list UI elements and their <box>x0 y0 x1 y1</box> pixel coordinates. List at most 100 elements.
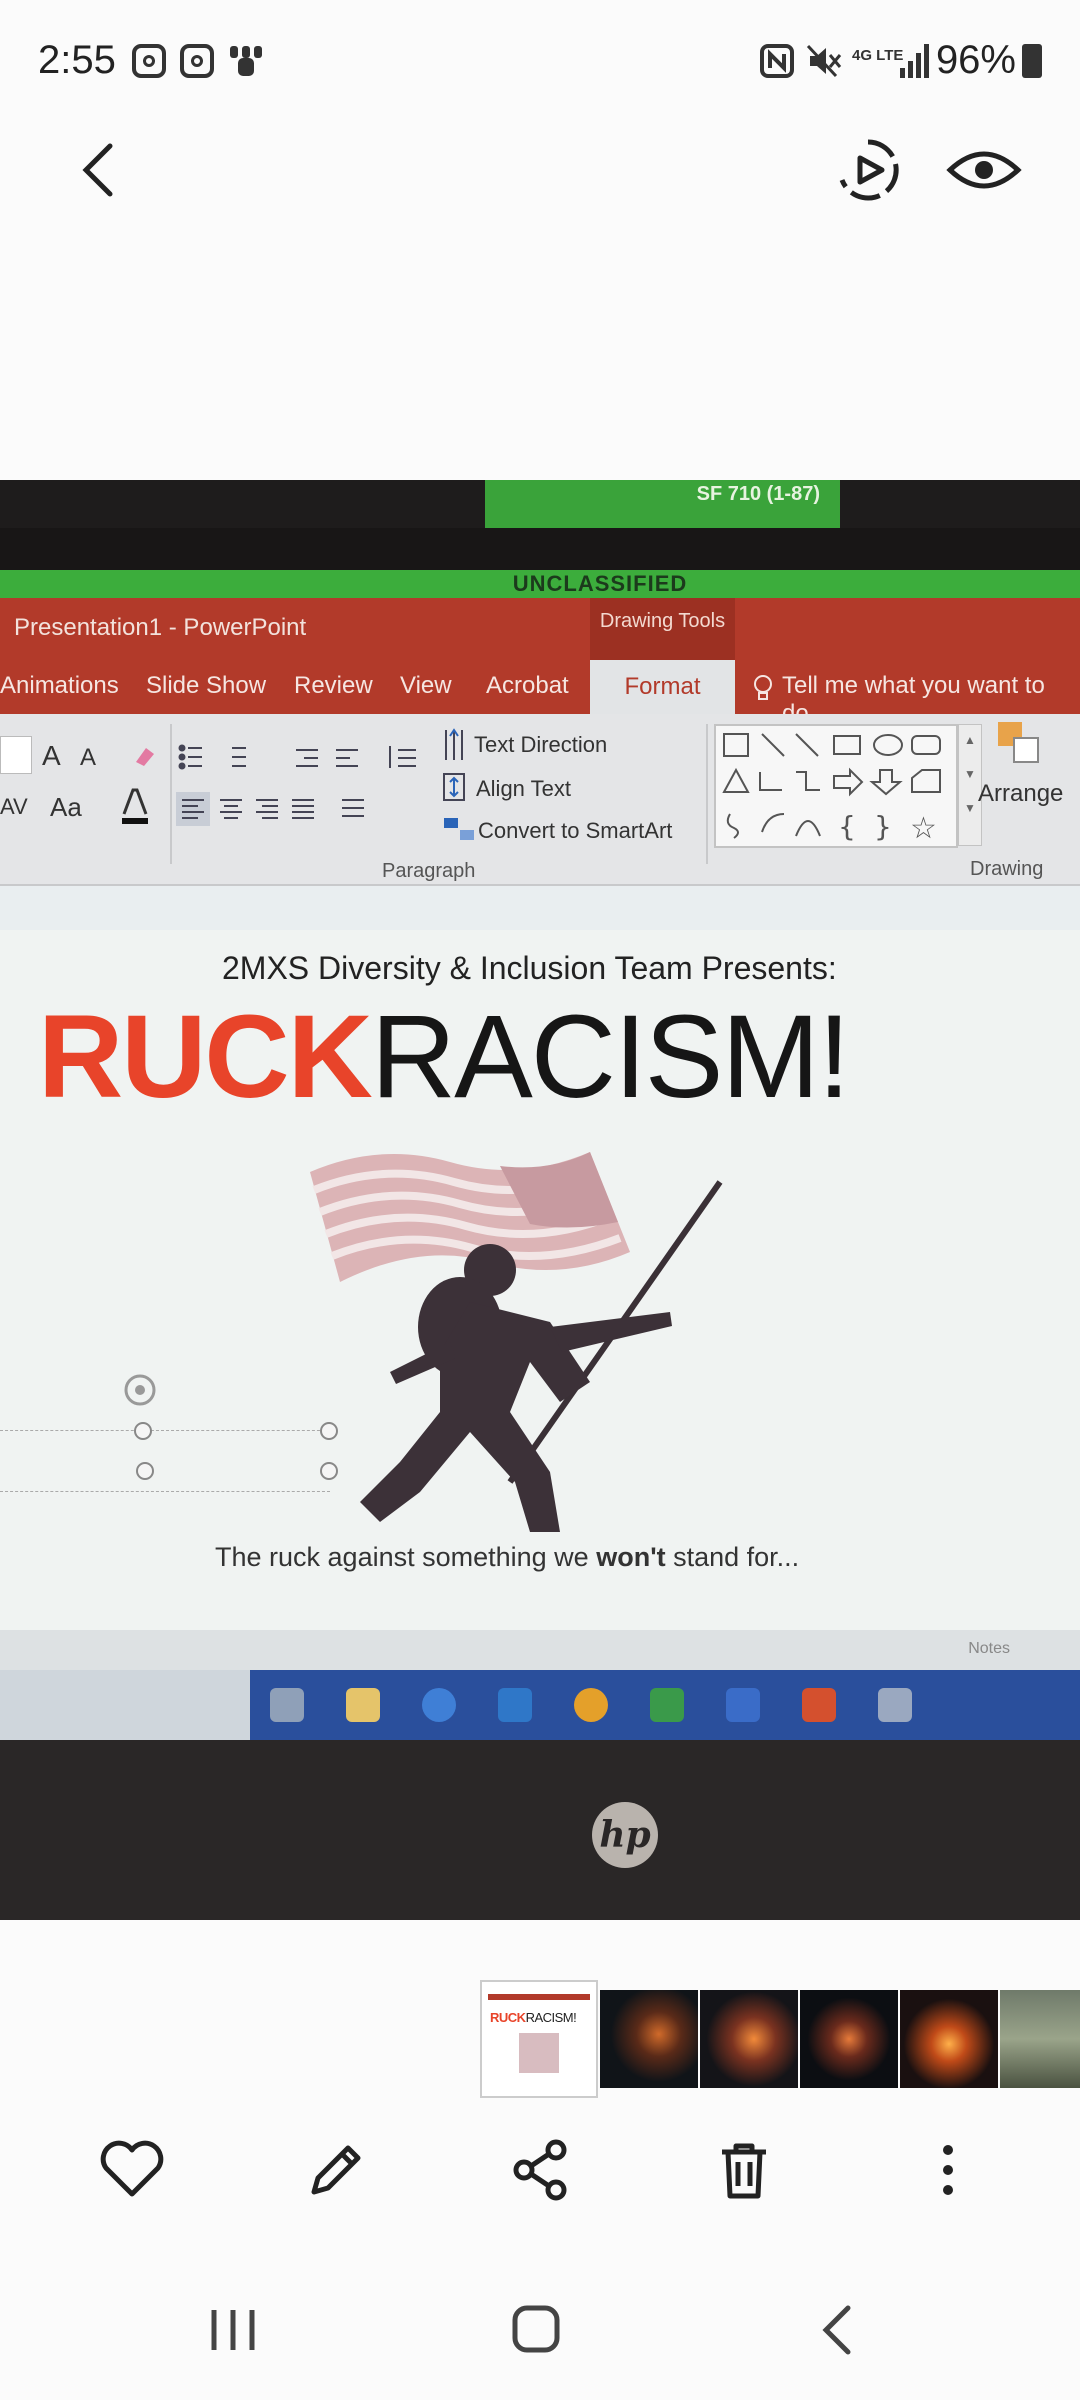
powerpoint-icon <box>802 1688 836 1722</box>
acrobat-icon <box>878 1688 912 1722</box>
font-color-icon <box>118 786 152 826</box>
share-icon <box>513 2139 567 2201</box>
nfc-icon <box>760 44 794 78</box>
powerpoint-title-bar: Presentation1 - PowerPoint Drawing Tools <box>0 598 1080 660</box>
windows-taskbar <box>250 1670 1080 1740</box>
slide-title-red: RUCK <box>38 991 373 1123</box>
powerpoint-status-strip: Notes <box>0 1630 1080 1670</box>
align-text-button: Align Text <box>476 776 571 801</box>
hp-logo: hp <box>592 1802 658 1868</box>
smartart-icon <box>442 816 476 842</box>
shape-gallery: { } ☆ <box>714 724 958 848</box>
recents-button[interactable] <box>188 2290 278 2370</box>
tab-view: View <box>400 672 452 699</box>
thumbnail-fire-1[interactable] <box>600 1990 698 2088</box>
touch-icon <box>228 44 264 80</box>
svg-text:☆: ☆ <box>910 811 937 846</box>
svg-text:{: { <box>838 810 856 843</box>
delete-button[interactable] <box>704 2130 784 2210</box>
view-button[interactable] <box>944 130 1024 210</box>
photo-viewer[interactable]: SF 710 (1-87) UNCLASSIFIED Presentation1… <box>0 480 1080 1920</box>
signal-icon <box>900 44 932 78</box>
classification-banner: UNCLASSIFIED <box>0 570 1080 598</box>
lightbulb-icon <box>752 674 774 702</box>
text-direction-button: Text Direction <box>474 732 608 757</box>
clear-format-icon <box>130 742 158 770</box>
share-button[interactable] <box>500 2130 580 2210</box>
notes-label: Notes <box>968 1640 1010 1657</box>
shrink-font-icon: A <box>80 744 97 771</box>
taskbar-search <box>0 1670 250 1740</box>
nav-back-icon <box>822 2305 851 2355</box>
instagram-icon <box>180 44 214 78</box>
selected-textbox <box>0 1430 330 1492</box>
edit-button[interactable] <box>296 2130 376 2210</box>
chevron-left-icon <box>82 143 113 197</box>
slide-title-black: RACISM! <box>370 991 851 1123</box>
instagram-icon <box>132 44 166 78</box>
paragraph-group-label: Paragraph <box>382 860 476 882</box>
change-case-icon: Aa <box>50 792 82 822</box>
rotate-handle-icon <box>120 1370 160 1410</box>
drawing-group-label: Drawing <box>970 858 1044 880</box>
mute-icon <box>806 44 842 78</box>
alignment-controls <box>176 792 376 826</box>
slide-canvas: 2MXS Diversity & Inclusion Team Presents… <box>0 930 1080 1630</box>
favorite-button[interactable] <box>92 2130 172 2210</box>
tab-animations: Animations <box>0 672 119 699</box>
tab-format: Format <box>590 660 735 714</box>
slide-tagline: The ruck against something we won't stan… <box>215 1542 800 1572</box>
ribbon: A A AV Aa Text Direction Align Text Conv… <box>0 714 1080 886</box>
task-view-icon <box>270 1688 304 1722</box>
thumbnail-strip[interactable]: RUCKRACISM! <box>480 1980 1080 2100</box>
trash-icon <box>722 2143 766 2199</box>
motion-photo-play-icon <box>839 139 899 201</box>
char-spacing-icon: AV <box>0 794 28 819</box>
outlook-icon <box>498 1688 532 1722</box>
status-time: 2:55 <box>38 38 116 82</box>
back-button[interactable] <box>60 130 140 210</box>
font-size-dropdown <box>0 736 32 774</box>
tab-review: Review <box>294 672 373 699</box>
drawing-tools-label: Drawing Tools <box>590 598 735 660</box>
app-title: Presentation1 - PowerPoint <box>14 614 307 641</box>
home-icon <box>512 2305 560 2353</box>
nav-back-button[interactable] <box>792 2290 882 2370</box>
edge-icon <box>422 1688 456 1722</box>
slide-subtitle: 2MXS Diversity & Inclusion Team Presents… <box>222 950 837 986</box>
pencil-icon <box>311 2145 361 2195</box>
grow-font-icon: A <box>42 740 61 771</box>
arrange-button: Arrange <box>978 780 1064 807</box>
soldier-flag-illustration <box>310 1152 723 1532</box>
align-text-icon <box>442 772 466 802</box>
svg-text:}: } <box>874 810 892 843</box>
convert-smartart-button: Convert to SmartArt <box>478 818 673 843</box>
thumbnail-fire-3[interactable] <box>800 1990 898 2088</box>
tab-acrobat: Acrobat <box>486 672 569 699</box>
thumbnail-landscape[interactable] <box>1000 1990 1080 2088</box>
list-controls <box>176 742 436 772</box>
word-icon <box>726 1688 760 1722</box>
file-explorer-icon <box>346 1688 380 1722</box>
slide-title: RUCKRACISM! <box>38 998 851 1116</box>
home-button[interactable] <box>490 2290 580 2370</box>
tab-slide-show: Slide Show <box>146 672 267 699</box>
chrome-icon <box>574 1688 608 1722</box>
recents-icon <box>211 2310 255 2350</box>
laptop-screen: UNCLASSIFIED Presentation1 - PowerPoint … <box>0 570 1080 1740</box>
laptop-chin <box>0 1740 1080 1920</box>
thumbnail-selected[interactable]: RUCKRACISM! <box>480 1980 598 2098</box>
battery-icon <box>1022 44 1042 78</box>
eye-icon <box>946 151 1022 189</box>
motion-photo-button[interactable] <box>828 130 908 210</box>
arrange-icon <box>994 718 1048 772</box>
thumbnail-fire-4[interactable] <box>900 1990 998 2088</box>
more-button[interactable] <box>908 2130 988 2210</box>
text-direction-icon <box>442 728 466 762</box>
excel-icon <box>650 1688 684 1722</box>
thumbnail-fire-2[interactable] <box>700 1990 798 2088</box>
more-vertical-icon <box>943 2145 953 2195</box>
battery-percent: 96% <box>935 38 1016 82</box>
heart-icon <box>100 2140 164 2197</box>
label-strip: SF 710 (1-87) <box>485 480 840 528</box>
